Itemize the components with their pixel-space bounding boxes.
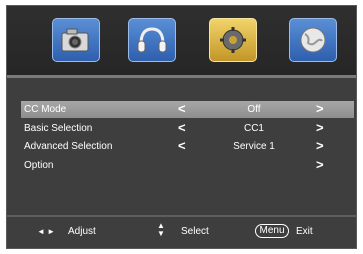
left-right-arrows-icon: ◄ ► [37, 227, 56, 236]
headphones-icon [137, 27, 167, 53]
globe-icon [300, 27, 326, 53]
row-value: CC1 [243, 123, 264, 134]
right-arrow-icon[interactable]: > [316, 119, 324, 136]
row-value: Off [247, 104, 261, 115]
left-arrow-icon[interactable]: < [178, 100, 186, 117]
row-basic-selection[interactable]: Basic Selection < CC1 > [21, 120, 354, 137]
row-label: Basic Selection [24, 123, 93, 134]
row-label: CC Mode [24, 104, 67, 115]
row-label: Option [24, 160, 54, 171]
help-bar: ◄ ► Adjust ▲▼ Select Menu Exit [7, 217, 356, 248]
row-value: Service 1 [233, 141, 275, 152]
camera-icon [61, 28, 89, 52]
right-arrow-icon[interactable]: > [316, 137, 324, 154]
right-arrow-icon[interactable]: > [316, 100, 324, 117]
right-arrow-icon[interactable]: > [316, 156, 324, 173]
select-label: Select [181, 226, 209, 237]
exit-label: Exit [296, 226, 313, 237]
left-arrow-icon[interactable]: < [178, 119, 186, 136]
divider [7, 75, 356, 78]
tab-globe[interactable] [289, 18, 337, 62]
row-advanced-selection[interactable]: Advanced Selection < Service 1 > [21, 138, 354, 155]
up-down-arrows-icon: ▲▼ [157, 221, 165, 238]
osd-menu: CC Mode < Off > Basic Selection < CC1 > … [6, 5, 357, 249]
tab-setup[interactable] [209, 18, 257, 62]
tab-picture[interactable] [52, 18, 100, 62]
row-cc-mode[interactable]: CC Mode < Off > [21, 101, 354, 118]
category-bar [7, 6, 356, 75]
row-option[interactable]: Option > [21, 157, 354, 174]
row-label: Advanced Selection [24, 141, 113, 152]
tab-sound[interactable] [128, 18, 176, 62]
adjust-label: Adjust [68, 226, 96, 237]
gear-icon [220, 27, 246, 53]
menu-key: Menu [255, 224, 289, 238]
left-arrow-icon[interactable]: < [178, 137, 186, 154]
